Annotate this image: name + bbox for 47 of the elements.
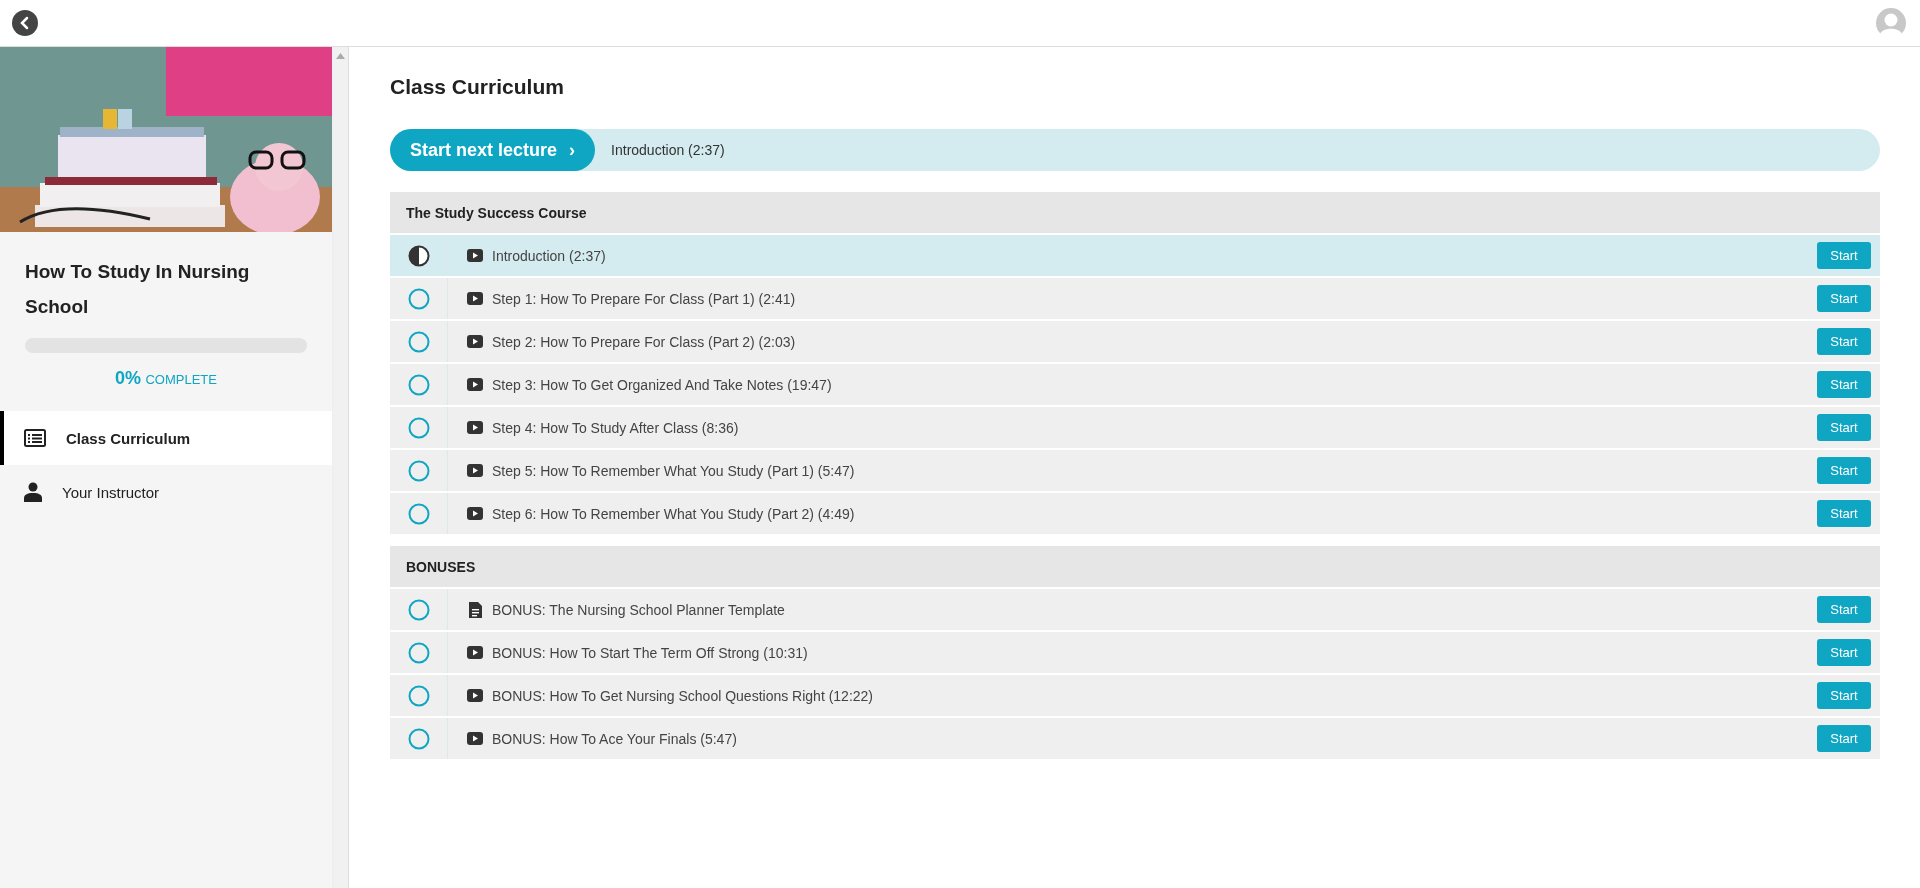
lecture-title: Step 3: How To Get Organized And Take Notes (19:47) <box>492 376 833 393</box>
lecture-title: BONUS: How To Get Nursing School Questions Right (12:22) <box>492 687 875 704</box>
play-icon <box>467 646 483 659</box>
lecture-title: Step 2: How To Prepare For Class (Part 2) (2:03) <box>492 333 797 350</box>
lecture-title: BONUS: How To Ace Your Finals (5:47) <box>492 730 738 747</box>
lecture-row[interactable]: Step 4: How To Study After Class (8:36) Start <box>390 407 1880 450</box>
lecture-row[interactable]: BONUS: How To Get Nursing School Questions Right (12:22) Start <box>390 675 1880 718</box>
play-icon <box>467 507 483 520</box>
lecture-row[interactable]: Step 3: How To Get Organized And Take Notes (19:47) Start <box>390 364 1880 407</box>
sidebar-item[interactable]: Class Curriculum <box>0 411 332 465</box>
lecture-row[interactable]: BONUS: How To Ace Your Finals (5:47) Start <box>390 718 1880 759</box>
scroll-up-icon[interactable] <box>336 53 345 59</box>
play-icon <box>467 292 483 305</box>
sidebar-item[interactable]: Your Instructor <box>0 465 332 519</box>
next-lecture-title: Introduction (2:37) <box>611 142 725 158</box>
lecture-row[interactable]: Step 1: How To Prepare For Class (Part 1) (2:41) Start <box>390 278 1880 321</box>
play-icon <box>467 464 483 477</box>
person-icon <box>24 482 42 502</box>
back-button[interactable] <box>12 10 38 36</box>
progress-percent: 0% <box>115 368 141 388</box>
lecture-title: BONUS: How To Start The Term Off Strong (10:31) <box>492 644 809 661</box>
lecture-row[interactable]: Introduction (2:37) Start <box>390 235 1880 278</box>
list-icon <box>24 429 46 447</box>
play-icon <box>467 421 483 434</box>
play-icon <box>467 249 483 262</box>
document-icon <box>468 601 482 618</box>
avatar-icon[interactable] <box>1876 8 1906 38</box>
play-icon <box>467 732 483 745</box>
page-title: Class Curriculum <box>390 74 565 100</box>
progress-label: COMPLETE <box>145 372 217 387</box>
play-icon <box>467 689 483 702</box>
lecture-row[interactable]: BONUS: The Nursing School Planner Template Start <box>390 589 1880 632</box>
section-header: The Study Success Course <box>390 192 1880 235</box>
lecture-row[interactable]: Step 2: How To Prepare For Class (Part 2) (2:03) Start <box>390 321 1880 364</box>
lecture-row[interactable]: Step 6: How To Remember What You Study (Part 2) (4:49) Start <box>390 493 1880 534</box>
lecture-title: Introduction (2:37) <box>492 247 607 264</box>
lecture-row[interactable]: BONUS: How To Start The Term Off Strong (10:31) Start <box>390 632 1880 675</box>
lecture-title: Step 5: How To Remember What You Study (Part 1) (5:47) <box>492 462 856 479</box>
play-icon <box>467 378 483 391</box>
course-title: How To Study In Nursing School <box>25 260 251 319</box>
lecture-title: Step 6: How To Remember What You Study (Part 2) (4:49) <box>492 505 856 522</box>
play-icon <box>467 335 483 348</box>
lecture-row[interactable]: Step 5: How To Remember What You Study (Part 1) (5:47) Start <box>390 450 1880 493</box>
lecture-title: Step 1: How To Prepare For Class (Part 1) (2:41) <box>492 290 797 307</box>
lecture-title: BONUS: The Nursing School Planner Template <box>492 601 786 618</box>
section-header: BONUSES <box>390 546 1880 589</box>
lecture-title: Step 4: How To Study After Class (8:36) <box>492 419 740 436</box>
